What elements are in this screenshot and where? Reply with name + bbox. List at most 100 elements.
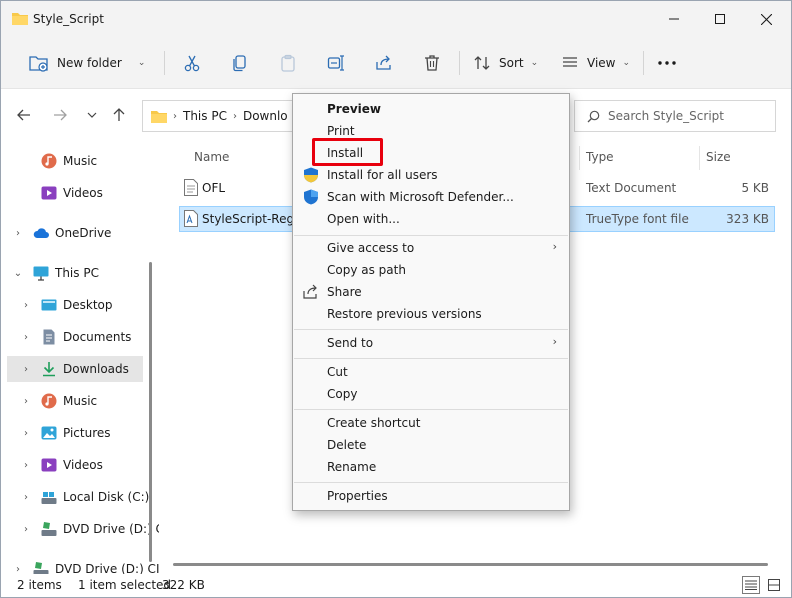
menu-item-send-to[interactable]: Send to › (297, 332, 565, 354)
rename-icon (327, 55, 344, 71)
up-button[interactable] (108, 104, 130, 126)
context-menu: Preview Print Install Install for all us… (292, 93, 570, 511)
chevron-right-icon: › (24, 427, 28, 439)
search-icon (587, 110, 600, 122)
sort-button[interactable]: Sort ⌄ (473, 47, 538, 79)
recent-locations-button[interactable] (81, 104, 103, 126)
menu-item-properties[interactable]: Properties (297, 485, 565, 507)
nav-label: Pictures (63, 426, 111, 440)
menu-label: Install (327, 146, 364, 160)
column-divider[interactable] (699, 146, 700, 170)
menu-separator (294, 358, 568, 359)
breadcrumb-this-pc[interactable]: This PC (183, 109, 227, 123)
minimize-button[interactable] (651, 1, 697, 37)
arrow-left-icon (17, 109, 30, 121)
nav-item-dvd-drive[interactable]: › DVD Drive (D:) CI (7, 556, 159, 575)
menu-item-copy-as-path[interactable]: Copy as path (297, 259, 565, 281)
forward-button[interactable] (49, 104, 71, 126)
share-icon (376, 55, 391, 70)
nav-item-videos[interactable]: Videos (7, 180, 143, 206)
nav-item-local-disk[interactable]: › Local Disk (C:) (7, 484, 149, 510)
text-file-icon (184, 179, 198, 196)
menu-item-rename[interactable]: Rename (297, 456, 565, 478)
column-divider[interactable] (579, 146, 580, 170)
paste-button[interactable] (279, 47, 297, 79)
menu-item-open-with[interactable]: Open with... (297, 208, 565, 230)
nav-item-pictures[interactable]: › Pictures (7, 420, 143, 446)
view-button[interactable]: View ⌄ (561, 47, 630, 79)
nav-item-videos[interactable]: › Videos (7, 452, 143, 478)
menu-item-copy[interactable]: Copy (297, 383, 565, 405)
menu-item-give-access[interactable]: Give access to › (297, 237, 565, 259)
new-folder-button[interactable]: New folder ⌄ (29, 47, 145, 79)
nav-label: Desktop (63, 298, 113, 312)
tiles-view-button[interactable] (765, 576, 783, 594)
details-view-button[interactable] (742, 576, 760, 594)
chevron-right-icon: › (552, 335, 557, 348)
search-box[interactable] (574, 100, 776, 132)
menu-item-print[interactable]: Print (297, 120, 565, 142)
nav-label: Music (63, 394, 98, 408)
drive-icon (41, 492, 57, 504)
file-name: StyleScript-Regul (202, 212, 306, 226)
defender-shield-icon (304, 189, 318, 205)
scissors-icon (184, 55, 200, 72)
column-header-name[interactable]: Name (194, 150, 229, 164)
nav-item-documents[interactable]: › Documents (7, 324, 143, 350)
nav-item-dvd-drive[interactable]: › DVD Drive (D:) C (7, 516, 159, 542)
chevron-down-icon: ⌄ (137, 58, 146, 68)
status-bar: 2 items 1 item selected 322 KB (1, 574, 791, 597)
menu-item-preview[interactable]: Preview (297, 98, 565, 120)
nav-label: DVD Drive (D:) CI (55, 562, 159, 574)
nav-item-downloads[interactable]: › Downloads (7, 356, 143, 382)
chevron-right-icon: › (16, 227, 20, 239)
column-header-type[interactable]: Type (586, 150, 614, 164)
nav-label: DVD Drive (D:) C (63, 522, 159, 536)
back-button[interactable] (13, 104, 35, 126)
copy-button[interactable] (231, 47, 249, 79)
nav-scrollbar[interactable] (149, 262, 152, 562)
file-name: OFL (202, 181, 226, 195)
menu-item-cut[interactable]: Cut (297, 361, 565, 383)
more-options-button[interactable] (657, 47, 677, 79)
address-bar[interactable]: › This PC › Downlo (142, 100, 294, 132)
delete-button[interactable] (423, 47, 441, 79)
search-input[interactable] (608, 109, 768, 123)
content-scrollbar[interactable] (173, 563, 768, 566)
nav-item-onedrive[interactable]: › OneDrive (7, 220, 143, 246)
menu-separator (294, 409, 568, 410)
close-button[interactable] (743, 1, 789, 37)
menu-item-scan-defender[interactable]: Scan with Microsoft Defender... (297, 186, 565, 208)
chevron-right-icon: › (232, 110, 237, 122)
nav-item-this-pc[interactable]: ⌄ This PC (7, 260, 143, 286)
cut-button[interactable] (183, 47, 201, 79)
new-folder-label: New folder (57, 56, 122, 70)
document-icon (43, 329, 55, 345)
sort-icon (474, 56, 490, 70)
menu-item-delete[interactable]: Delete (297, 434, 565, 456)
command-bar: New folder ⌄ Sort ⌄ View ⌄ (1, 37, 791, 89)
toolbar-divider (643, 51, 644, 75)
menu-item-restore-previous-versions[interactable]: Restore previous versions (297, 303, 565, 325)
menu-label: Copy (327, 387, 358, 401)
view-label: View (587, 56, 616, 70)
nav-item-desktop[interactable]: › Desktop (7, 292, 143, 318)
column-header-size[interactable]: Size (706, 150, 731, 164)
nav-label: Documents (63, 330, 132, 344)
dvd-drive-icon (33, 562, 49, 574)
maximize-button[interactable] (697, 1, 743, 37)
menu-item-install-for-all-users[interactable]: Install for all users (297, 164, 565, 186)
menu-item-install[interactable]: Install (297, 142, 565, 164)
share-button[interactable] (375, 47, 393, 79)
nav-item-music[interactable]: › Music (7, 388, 143, 414)
menu-item-create-shortcut[interactable]: Create shortcut (297, 412, 565, 434)
nav-label: Local Disk (C:) (63, 490, 150, 504)
chevron-down-icon: ⌄ (622, 58, 631, 68)
breadcrumb-downloads[interactable]: Downlo (243, 109, 288, 123)
rename-button[interactable] (327, 47, 345, 79)
chevron-right-icon: › (16, 563, 20, 575)
menu-item-share[interactable]: Share (297, 281, 565, 303)
nav-item-music[interactable]: Music (7, 148, 143, 174)
folder-icon (151, 110, 167, 123)
view-icon (563, 57, 577, 67)
